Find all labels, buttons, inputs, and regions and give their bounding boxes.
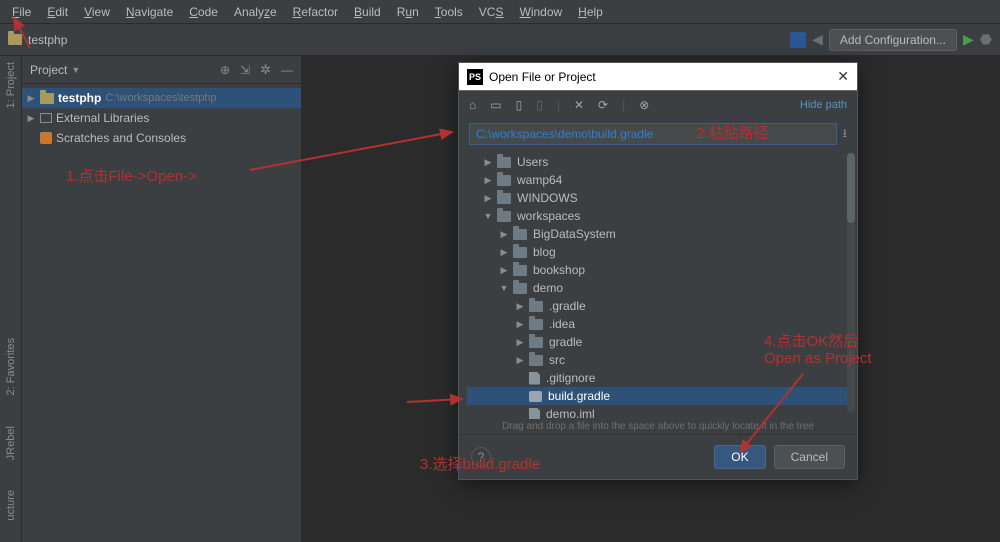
delete-icon[interactable]: ✕ <box>574 98 584 112</box>
file-tree-item[interactable]: ▶bookshop <box>467 261 849 279</box>
file-tree-item[interactable]: ▶wamp64 <box>467 171 849 189</box>
hide-panel-icon[interactable]: — <box>281 63 293 77</box>
folder-icon <box>513 247 527 258</box>
folder-icon <box>529 355 543 366</box>
menu-navigate[interactable]: Navigate <box>118 3 181 21</box>
tree-root-name: testphp <box>58 91 101 105</box>
file-tree-item[interactable]: ▶blog <box>467 243 849 261</box>
tree-root[interactable]: ▶ testphp C:\workspaces\testphp <box>22 88 301 108</box>
open-file-dialog: PS Open File or Project ✕ ⌂ ▭ ▯ ▯ | ✕ ⟳ … <box>458 62 858 480</box>
file-tree-item[interactable]: ▶Users <box>467 153 849 171</box>
file-icon <box>529 372 540 385</box>
rail-jrebel-tab[interactable]: JRebel <box>5 426 17 460</box>
menu-tools[interactable]: Tools <box>427 3 471 21</box>
panel-dropdown-icon[interactable]: ▼ <box>71 65 80 75</box>
rail-project-tab[interactable]: 1: Project <box>5 62 17 108</box>
tree-scrollbar[interactable] <box>847 153 855 413</box>
rail-favorites-tab[interactable]: 2: Favorites <box>5 338 17 395</box>
file-tree-item[interactable]: demo.iml <box>467 405 849 419</box>
menu-bar: File Edit View Navigate Code Analyze Ref… <box>0 0 1000 24</box>
plugin-icon[interactable] <box>790 32 806 48</box>
close-icon[interactable]: ✕ <box>837 68 849 85</box>
file-tree-item[interactable]: ▼workspaces <box>467 207 849 225</box>
top-toolbar: testphp ◀ Add Configuration... ▶ ⬣ <box>0 24 1000 56</box>
file-tree-item[interactable]: ▶.gradle <box>467 297 849 315</box>
file-tree-item[interactable]: ▶WINDOWS <box>467 189 849 207</box>
menu-help[interactable]: Help <box>570 3 611 21</box>
menu-run[interactable]: Run <box>389 3 427 21</box>
locate-icon[interactable]: ⊕ <box>220 63 230 77</box>
rail-structure-tab[interactable]: ucture <box>5 490 17 521</box>
app-icon: PS <box>467 69 483 85</box>
breadcrumb[interactable]: testphp <box>28 33 67 47</box>
back-icon[interactable]: ◀ <box>812 31 823 48</box>
file-tree-item[interactable]: ▶gradle <box>467 333 849 351</box>
folder-icon <box>513 265 527 276</box>
dialog-hint: Drag and drop a file into the space abov… <box>459 419 857 434</box>
menu-edit[interactable]: Edit <box>39 3 76 21</box>
menu-window[interactable]: Window <box>511 3 570 21</box>
run-icon[interactable]: ▶ <box>963 31 974 48</box>
history-icon[interactable]: ⭳ <box>843 124 847 145</box>
library-icon <box>40 113 52 123</box>
cancel-button[interactable]: Cancel <box>774 445 845 469</box>
scratch-icon <box>40 132 52 144</box>
panel-title: Project <box>30 63 67 77</box>
dialog-titlebar: PS Open File or Project ✕ <box>459 63 857 91</box>
show-hidden-icon[interactable]: ⊗ <box>639 98 649 112</box>
file-icon <box>529 408 540 420</box>
project-tree: ▶ testphp C:\workspaces\testphp ▶ Extern… <box>22 84 301 152</box>
menu-file[interactable]: File <box>4 3 39 21</box>
folder-icon <box>513 229 527 240</box>
folder-icon <box>497 193 511 204</box>
ok-button[interactable]: OK <box>714 445 765 469</box>
dialog-title: Open File or Project <box>489 70 596 84</box>
new-folder-icon[interactable]: ▯ <box>536 98 543 112</box>
folder-icon <box>529 301 543 312</box>
home-icon[interactable]: ⌂ <box>469 98 476 112</box>
tree-root-path: C:\workspaces\testphp <box>105 92 216 104</box>
collapse-icon[interactable]: ⇲ <box>240 63 250 77</box>
menu-build[interactable]: Build <box>346 3 389 21</box>
menu-view[interactable]: View <box>76 3 118 21</box>
file-tree-item[interactable]: build.gradle <box>467 387 849 405</box>
project-panel: Project ▼ ⊕ ⇲ ✲ — ▶ testphp C:\workspace… <box>22 56 302 542</box>
menu-vcs[interactable]: VCS <box>471 3 512 21</box>
hide-path-link[interactable]: Hide path <box>800 99 847 111</box>
folder-icon <box>529 337 543 348</box>
menu-code[interactable]: Code <box>181 3 226 21</box>
gear-icon[interactable]: ✲ <box>260 62 271 78</box>
menu-analyze[interactable]: Analyze <box>226 3 285 21</box>
project-dir-icon[interactable]: ▯ <box>516 98 523 112</box>
left-rail: 1: Project 2: Favorites JRebel ucture <box>0 56 22 542</box>
folder-icon <box>497 175 511 186</box>
folder-icon <box>497 211 511 222</box>
file-tree-item[interactable]: ▼demo <box>467 279 849 297</box>
path-input[interactable] <box>469 123 837 145</box>
help-button[interactable]: ? <box>471 447 491 467</box>
gradle-icon <box>529 391 542 402</box>
folder-icon <box>529 319 543 330</box>
file-tree-item[interactable]: .gitignore <box>467 369 849 387</box>
file-tree-item[interactable]: ▶.idea <box>467 315 849 333</box>
tree-scratches[interactable]: Scratches and Consoles <box>22 128 301 148</box>
file-tree-item[interactable]: ▶src <box>467 351 849 369</box>
project-folder-icon <box>8 34 22 45</box>
add-configuration-button[interactable]: Add Configuration... <box>829 29 957 51</box>
menu-refactor[interactable]: Refactor <box>285 3 346 21</box>
tree-external-libs[interactable]: ▶ External Libraries <box>22 108 301 128</box>
file-tree[interactable]: ▶Users▶wamp64▶WINDOWS▼workspaces▶BigData… <box>459 149 857 419</box>
folder-icon <box>497 157 511 168</box>
desktop-icon[interactable]: ▭ <box>490 98 501 112</box>
refresh-icon[interactable]: ⟳ <box>598 98 608 112</box>
file-tree-item[interactable]: ▶BigDataSystem <box>467 225 849 243</box>
folder-icon <box>513 283 527 294</box>
folder-icon <box>40 93 54 104</box>
debug-icon[interactable]: ⬣ <box>980 31 992 48</box>
